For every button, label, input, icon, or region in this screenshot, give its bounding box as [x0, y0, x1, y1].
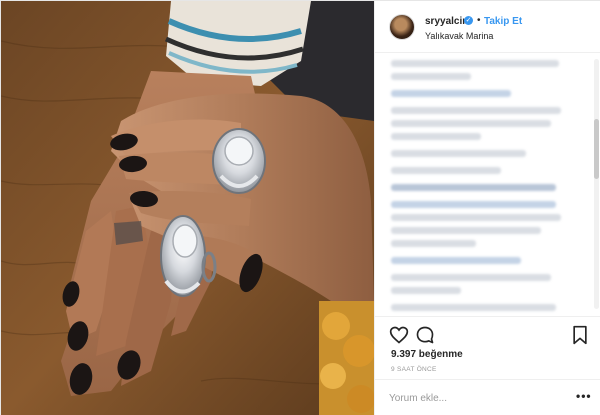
verified-badge-icon: ✓ — [464, 16, 473, 25]
blurred-comment-line — [391, 257, 521, 264]
comment-icon[interactable] — [415, 325, 435, 345]
blurred-comment-line — [391, 274, 551, 281]
blurred-comment-line — [391, 60, 559, 67]
comments-list[interactable] — [375, 54, 600, 314]
avatar[interactable] — [389, 14, 415, 40]
blurred-comment-line — [391, 184, 556, 191]
comment-input[interactable] — [389, 390, 554, 406]
hands-rings-image — [1, 1, 374, 415]
post-sidebar: sryyalcin ✓ • Takip Et Yalıkavak Marina — [374, 1, 600, 415]
action-bar — [375, 316, 600, 352]
blurred-comment-line — [391, 150, 526, 157]
blurred-comment-line — [391, 90, 511, 97]
bookmark-icon[interactable] — [570, 325, 590, 345]
comments-scrollbar-thumb[interactable] — [594, 119, 599, 179]
blurred-comment-line — [391, 201, 556, 208]
more-options-icon[interactable]: ••• — [576, 389, 592, 403]
instagram-post: sryyalcin ✓ • Takip Et Yalıkavak Marina — [0, 0, 600, 415]
blurred-comment-line — [391, 214, 561, 221]
blurred-comment-line — [391, 167, 501, 174]
likes-count[interactable]: 9.397 beğenme — [391, 349, 463, 360]
add-comment-bar: ••• — [375, 379, 600, 415]
location-link[interactable]: Yalıkavak Marina — [425, 31, 493, 41]
post-photo[interactable] — [1, 1, 374, 415]
blurred-comment-line — [391, 227, 541, 234]
post-header: sryyalcin ✓ • Takip Et Yalıkavak Marina — [375, 1, 600, 53]
username-link[interactable]: sryyalcin — [425, 16, 468, 27]
blurred-comment-line — [391, 120, 551, 127]
blurred-comment-line — [391, 240, 476, 247]
post-timestamp[interactable]: 9 SAAT ÖNCE — [391, 366, 437, 373]
blurred-comment-line — [391, 73, 471, 80]
comments-scrollbar[interactable] — [594, 59, 599, 309]
heart-icon[interactable] — [389, 325, 409, 345]
blurred-comment-line — [391, 304, 556, 311]
blurred-comment-line — [391, 287, 461, 294]
blurred-comment-line — [391, 107, 561, 114]
ring-top — [212, 128, 266, 194]
separator-dot: • — [477, 15, 481, 26]
follow-button[interactable]: Takip Et — [484, 16, 522, 27]
blurred-comment-line — [391, 133, 481, 140]
